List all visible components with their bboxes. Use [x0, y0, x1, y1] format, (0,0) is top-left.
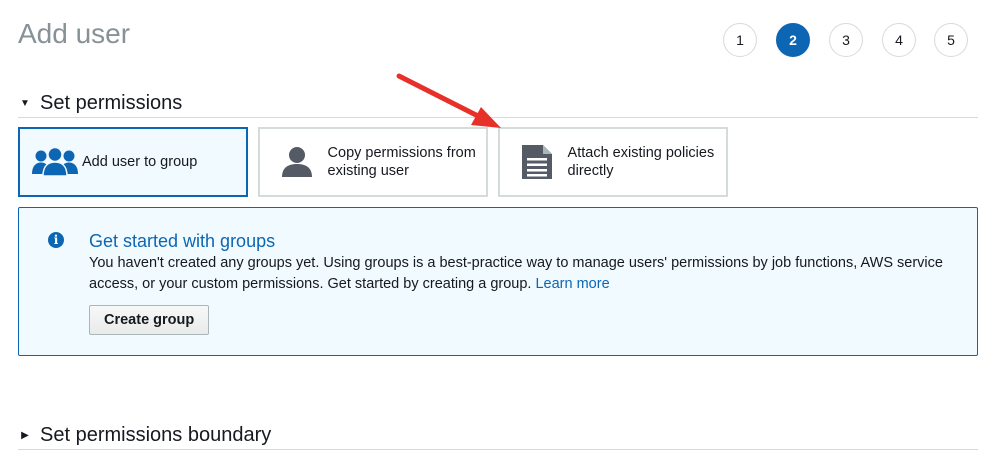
set-permissions-boundary-label: Set permissions boundary — [40, 423, 272, 446]
step-4[interactable]: 4 — [882, 23, 916, 57]
option-label: Attach existing policies directly — [567, 145, 715, 179]
user-icon — [272, 142, 322, 182]
option-attach-policies[interactable]: Attach existing policies directly — [498, 127, 728, 197]
create-group-button[interactable]: Create group — [89, 305, 210, 335]
info-title: Get started with groups — [89, 231, 276, 251]
step-3[interactable]: 3 — [829, 23, 863, 57]
learn-more-link[interactable]: Learn more — [535, 276, 609, 292]
set-permissions-section-header[interactable]: ▼ Set permissions — [18, 89, 978, 118]
info-text: You haven't created any groups yet. Usin… — [89, 253, 959, 295]
caret-right-icon: ▶ — [21, 429, 29, 441]
document-icon — [512, 142, 562, 182]
page-title: Add user — [18, 18, 131, 49]
get-started-info-panel: i Get started with groups You haven't cr… — [18, 207, 978, 356]
info-body: You haven't created any groups yet. Usin… — [89, 255, 943, 292]
set-permissions-label: Set permissions — [40, 91, 183, 114]
users-group-icon — [30, 142, 80, 182]
set-permissions-boundary-section-header[interactable]: ▶ Set permissions boundary — [18, 421, 978, 450]
option-label: Copy permissions from existing user — [327, 145, 476, 179]
option-add-user-to-group[interactable]: Add user to group — [18, 127, 248, 197]
option-label: Add user to group — [82, 154, 198, 170]
info-icon: i — [48, 232, 64, 248]
step-1[interactable]: 1 — [723, 23, 757, 57]
option-copy-permissions[interactable]: Copy permissions from existing user — [258, 127, 488, 197]
step-2[interactable]: 2 — [776, 23, 810, 57]
caret-down-icon: ▼ — [20, 97, 30, 109]
step-5[interactable]: 5 — [934, 23, 968, 57]
